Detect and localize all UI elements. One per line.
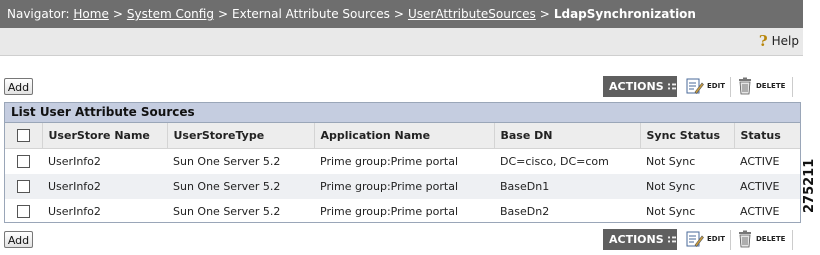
cell-application-name: Prime group:Prime portal xyxy=(314,174,494,199)
cell-sync-status: Not Sync xyxy=(640,174,734,199)
breadcrumb-current-page: LdapSynchronization xyxy=(553,7,696,21)
breadcrumb-separator: > xyxy=(393,7,404,21)
table-header-row: UserStore Name UserStoreType Application… xyxy=(5,123,800,149)
edit-button[interactable]: EDIT xyxy=(686,77,725,95)
toolbar-divider xyxy=(730,77,731,97)
add-button-bottom[interactable]: Add xyxy=(4,231,33,248)
breadcrumb-user-attribute-sources[interactable]: UserAttributeSources xyxy=(408,7,536,21)
user-attribute-sources-panel: List User Attribute Sources UserStore Na… xyxy=(4,102,801,223)
select-all-checkbox[interactable] xyxy=(16,129,30,143)
cell-sync-status: Not Sync xyxy=(646,205,696,218)
cell-userstore-type: Sun One Server 5.2 xyxy=(167,174,314,199)
question-icon: ? xyxy=(758,32,768,50)
cell-application-name: Prime group:Prime portal xyxy=(320,155,458,168)
cell-status: ACTIVE xyxy=(740,205,780,218)
row-checkbox[interactable] xyxy=(17,205,30,219)
column-header-application-name[interactable]: Application Name xyxy=(314,123,495,149)
edit-label: EDIT xyxy=(707,235,725,243)
trash-icon xyxy=(739,77,751,95)
toolbar-divider xyxy=(730,230,731,250)
actions-menu-button-bottom[interactable]: ACTIONS ∷∷ xyxy=(603,229,681,250)
help-bar: ? Help xyxy=(0,28,803,56)
actions-grip-icon: ∷∷ xyxy=(667,82,681,93)
breadcrumb-separator: > xyxy=(539,7,550,21)
cell-userstore-name: UserInfo2 xyxy=(48,155,101,168)
row-select-cell xyxy=(5,149,42,175)
edit-icon xyxy=(686,78,704,94)
breadcrumb-external-attribute-sources: External Attribute Sources xyxy=(232,7,390,21)
toolbar-divider xyxy=(792,77,793,97)
cell-userstore-type: Sun One Server 5.2 xyxy=(173,155,281,168)
delete-label: DELETE xyxy=(756,82,786,90)
column-header-status[interactable]: Status xyxy=(734,123,800,149)
cell-base-dn: BaseDn2 xyxy=(500,205,550,218)
help-link[interactable]: ? Help xyxy=(758,32,799,50)
cell-userstore-name: UserInfo2 xyxy=(48,205,101,218)
edit-label: EDIT xyxy=(707,82,725,90)
panel-title: List User Attribute Sources xyxy=(5,103,800,123)
actions-grip-icon: ∷∷ xyxy=(667,235,681,246)
column-header-base-dn[interactable]: Base DN xyxy=(494,123,641,149)
figure-number: 275211 xyxy=(802,158,817,213)
add-button[interactable]: Add xyxy=(4,78,33,95)
edit-button-bottom[interactable]: EDIT xyxy=(686,230,725,248)
trash-icon xyxy=(739,230,751,248)
table-row[interactable]: UserInfo2 Sun One Server 5.2 Prime group… xyxy=(5,174,800,199)
breadcrumb-separator: > xyxy=(112,7,123,21)
column-header-sync-status[interactable]: Sync Status xyxy=(640,123,735,149)
delete-label: DELETE xyxy=(756,235,786,243)
column-header-userstore-type[interactable]: UserStoreType xyxy=(167,123,315,149)
table-row[interactable]: UserInfo2 Sun One Server 5.2 Prime group… xyxy=(5,149,800,175)
cell-status: ACTIVE xyxy=(740,155,780,168)
select-all-cell xyxy=(5,123,43,149)
delete-button-bottom[interactable]: DELETE xyxy=(737,230,785,248)
row-checkbox[interactable] xyxy=(17,180,30,194)
actions-menu-button[interactable]: ACTIONS ∷∷ xyxy=(603,76,681,97)
navigator-bar: Navigator: Home > System Config > External A… xyxy=(0,0,803,28)
row-select-cell xyxy=(5,199,42,224)
cell-base-dn: BaseDn1 xyxy=(494,174,640,199)
actions-label: ACTIONS xyxy=(609,80,664,93)
column-header-userstore-name[interactable]: UserStore Name xyxy=(42,123,168,149)
cell-userstore-name: UserInfo2 xyxy=(42,174,167,199)
help-label: Help xyxy=(771,34,799,48)
breadcrumb-separator: > xyxy=(217,7,229,21)
cell-application-name: Prime group:Prime portal xyxy=(320,205,458,218)
navigator-label: Navigator: xyxy=(7,7,70,21)
cell-status: ACTIVE xyxy=(734,174,800,199)
row-checkbox[interactable] xyxy=(17,155,30,169)
cell-base-dn: DC=cisco, DC=com xyxy=(500,155,609,168)
delete-button[interactable]: DELETE xyxy=(737,77,785,95)
edit-icon xyxy=(686,231,704,247)
row-select-cell xyxy=(5,174,42,199)
breadcrumb-system-config[interactable]: System Config xyxy=(127,7,214,21)
cell-userstore-type: Sun One Server 5.2 xyxy=(173,205,281,218)
toolbar-divider xyxy=(792,230,793,250)
table-row[interactable]: UserInfo2 Sun One Server 5.2 Prime group… xyxy=(5,199,800,224)
user-attribute-sources-table: UserStore Name UserStoreType Application… xyxy=(5,123,800,224)
breadcrumb-home[interactable]: Home xyxy=(73,7,108,21)
cell-sync-status: Not Sync xyxy=(646,155,696,168)
actions-label: ACTIONS xyxy=(609,233,664,246)
